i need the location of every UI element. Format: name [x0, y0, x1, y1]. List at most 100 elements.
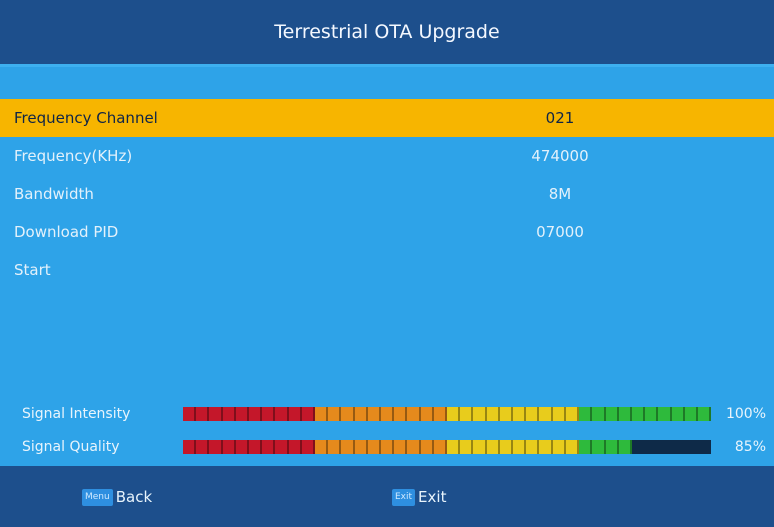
signal-intensity-segment [605, 407, 619, 421]
signal-quality-segment [565, 440, 580, 454]
signal-intensity-segment [486, 407, 500, 421]
signal-quality-segment [275, 440, 289, 454]
signal-intensity-segment [381, 407, 395, 421]
signal-quality-segment [420, 440, 434, 454]
back-hint[interactable]: Menu Back [82, 488, 152, 506]
signal-intensity-segment [275, 407, 289, 421]
signal-intensity-segment [697, 407, 711, 421]
signal-intensity-label: Signal Intensity [22, 406, 131, 422]
signal-quality-segment [592, 440, 606, 454]
signal-intensity-segment [671, 407, 685, 421]
signal-intensity-segment [618, 407, 632, 421]
signal-quality-segment [209, 440, 223, 454]
signal-intensity-segment [341, 407, 355, 421]
signal-intensity-segment [499, 407, 514, 421]
signal-intensity-segment [592, 407, 606, 421]
signal-quality-segment [262, 440, 276, 454]
ota-upgrade-screen: Terrestrial OTA Upgrade Frequency Channe… [0, 0, 774, 527]
signal-intensity-segment [539, 407, 553, 421]
signal-quality-segment [394, 440, 408, 454]
signal-quality-segment [341, 440, 355, 454]
row-value: 474000 [531, 147, 589, 165]
signal-intensity-segment [407, 407, 421, 421]
signal-quality-segment [367, 440, 382, 454]
signal-quality-segment [579, 440, 593, 454]
signal-intensity-segment [235, 407, 250, 421]
exit-key-icon: Exit [392, 488, 416, 506]
signal-intensity-segment [209, 407, 223, 421]
signal-intensity-segment [460, 407, 474, 421]
row-label: Download PID [14, 223, 119, 241]
signal-quality-segment [605, 440, 619, 454]
signal-quality-segment [328, 440, 342, 454]
signal-quality-segment [433, 440, 448, 454]
signal-quality-bar [183, 440, 711, 454]
signal-intensity-segment [658, 407, 672, 421]
signal-intensity-segment [328, 407, 342, 421]
signal-quality-segment [513, 440, 527, 454]
row-frequency-khz[interactable]: Frequency(KHz) 474000 [0, 137, 774, 175]
signal-quality-segment [235, 440, 250, 454]
signal-quality-segment [645, 440, 659, 454]
row-label: Frequency(KHz) [14, 147, 133, 165]
signal-quality-segment [196, 440, 210, 454]
signal-quality-segment [183, 440, 197, 454]
signal-intensity-segment [447, 407, 461, 421]
signal-quality-segment [618, 440, 632, 454]
signal-quality-segment [288, 440, 302, 454]
start-button: Start [14, 261, 51, 279]
signal-intensity-segment [315, 407, 329, 421]
signal-intensity-segment [354, 407, 368, 421]
signal-intensity-segment [565, 407, 580, 421]
page-title: Terrestrial OTA Upgrade [274, 21, 500, 43]
signal-quality-segment [381, 440, 395, 454]
signal-intensity-segment [301, 407, 316, 421]
signal-quality-segment [354, 440, 368, 454]
row-frequency-channel[interactable]: Frequency Channel 021 [0, 99, 774, 137]
row-download-pid[interactable]: Download PID 07000 [0, 213, 774, 251]
signal-intensity-percent: 100% [725, 406, 766, 422]
signal-quality-segment [222, 440, 236, 454]
row-bandwidth[interactable]: Bandwidth 8M [0, 175, 774, 213]
row-value: 8M [548, 185, 572, 203]
exit-label: Exit [418, 488, 447, 506]
signal-intensity-segment [552, 407, 566, 421]
signal-quality-segment [684, 440, 698, 454]
signal-intensity-meter: Signal Intensity 100% [0, 403, 774, 425]
row-label: Frequency Channel [14, 109, 158, 127]
signal-quality-segment [658, 440, 672, 454]
row-value: 07000 [536, 223, 584, 241]
row-start[interactable]: Start [0, 251, 774, 289]
signal-intensity-segment [394, 407, 408, 421]
signal-quality-segment [301, 440, 316, 454]
signal-quality-meter: Signal Quality 85% [0, 436, 774, 458]
exit-hint[interactable]: Exit Exit [392, 488, 446, 506]
row-value: 021 [545, 109, 575, 127]
header-bar: Terrestrial OTA Upgrade [0, 0, 774, 64]
signal-intensity-segment [222, 407, 236, 421]
signal-quality-segment [631, 440, 646, 454]
signal-intensity-segment [433, 407, 448, 421]
signal-quality-percent: 85% [734, 439, 766, 455]
signal-quality-segment [671, 440, 685, 454]
signal-quality-segment [407, 440, 421, 454]
signal-quality-segment [460, 440, 474, 454]
signal-quality-segment [499, 440, 514, 454]
signal-quality-segment [539, 440, 553, 454]
signal-intensity-segment [288, 407, 302, 421]
settings-list: Frequency Channel 021 Frequency(KHz) 474… [0, 99, 774, 289]
signal-intensity-segment [420, 407, 434, 421]
signal-intensity-segment [473, 407, 487, 421]
signal-intensity-bar [183, 407, 711, 421]
signal-intensity-segment [262, 407, 276, 421]
signal-intensity-segment [684, 407, 698, 421]
signal-intensity-segment [579, 407, 593, 421]
row-label: Bandwidth [14, 185, 94, 203]
signal-intensity-segment [526, 407, 540, 421]
footer-bar: Menu Back Exit Exit [0, 466, 774, 527]
signal-quality-segment [552, 440, 566, 454]
signal-intensity-segment [513, 407, 527, 421]
signal-quality-segment [473, 440, 487, 454]
signal-intensity-segment [249, 407, 263, 421]
menu-key-icon: Menu [82, 488, 113, 506]
